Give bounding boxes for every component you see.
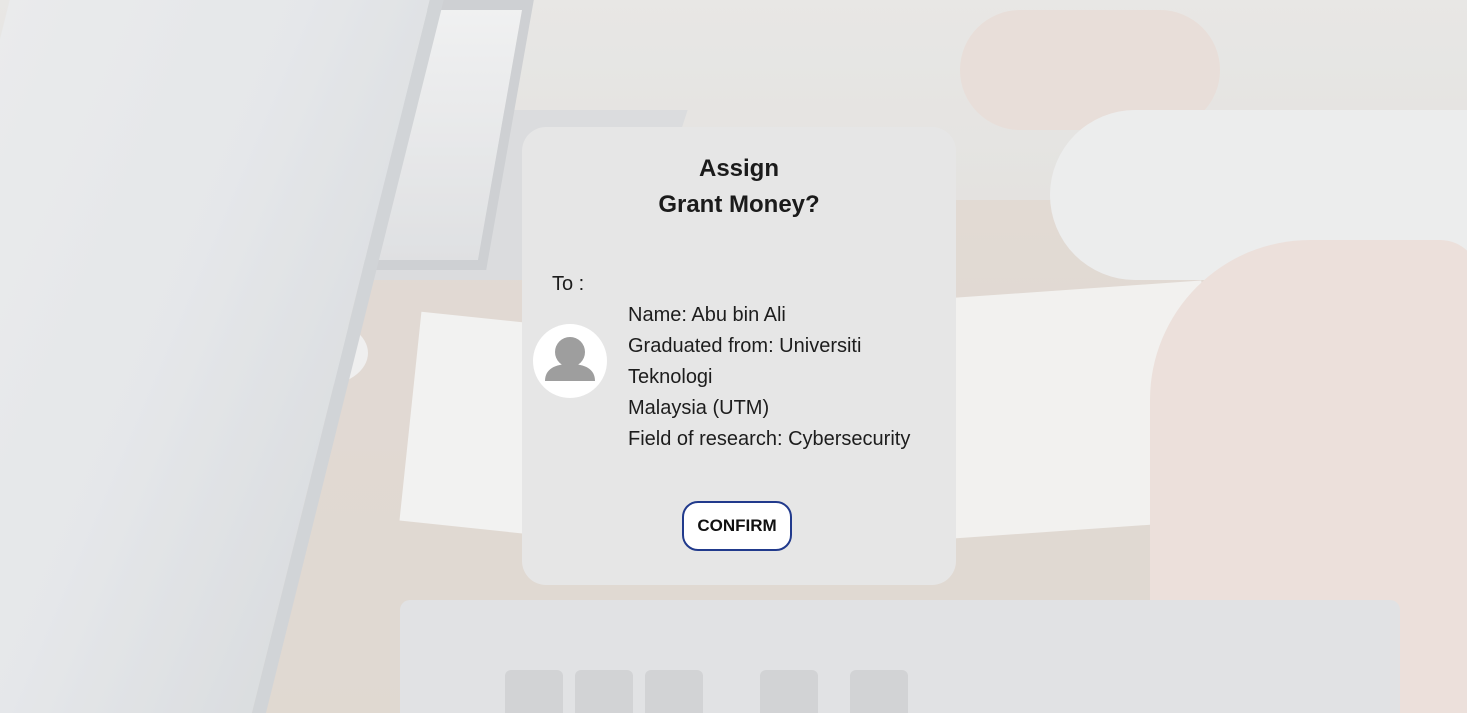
assign-grant-dialog: Assign Grant Money? To : Name: Abu bin A… (522, 127, 956, 585)
recipient-graduated: Graduated from: Universiti (628, 335, 862, 357)
dialog-title-line: Grant Money? (658, 191, 820, 218)
recipient-details: Name: Abu bin Ali Graduated from: Univer… (628, 300, 910, 455)
recipient-graduated: Teknologi (628, 366, 713, 388)
dialog-title: Assign Grant Money? (522, 151, 956, 223)
recipient-field: Field of research: Cybersecurity (628, 428, 911, 450)
recipient-name: Name: Abu bin Ali (628, 304, 786, 326)
to-label: To : (552, 273, 585, 295)
user-avatar-icon (533, 324, 607, 398)
dialog-title-line: Assign (698, 155, 779, 182)
confirm-button[interactable]: CONFIRM (682, 501, 792, 551)
recipient-graduated: Malaysia (UTM) (628, 397, 770, 419)
